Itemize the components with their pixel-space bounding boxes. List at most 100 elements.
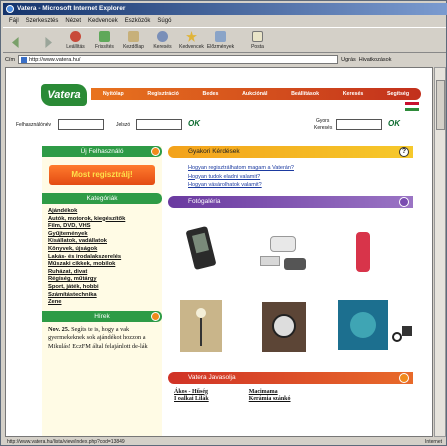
news-item: Nov. 25. Segíts te is, hogy a vak gyerme…: [42, 322, 162, 356]
site-banner: Vatera Nyitólap Regisztráció Bedes Aukci…: [41, 84, 421, 111]
history-icon: [215, 31, 226, 42]
recommend-heading: Vatera Javasolja: [168, 371, 413, 384]
status-zone: Internet: [425, 439, 442, 445]
clock-photo[interactable]: [262, 301, 306, 352]
nav-auctions[interactable]: Aukciónál: [242, 91, 267, 97]
forward-arrow-icon: [45, 37, 52, 48]
recommend-item[interactable]: Macimama Kerámia szánkó: [249, 389, 291, 403]
home-button[interactable]: Kezdőlap: [119, 28, 148, 52]
menu-tools[interactable]: Eszközök: [125, 16, 151, 26]
quick-label: Gyors: [316, 118, 330, 124]
go-button[interactable]: Ugrás: [341, 57, 356, 63]
phone-photo[interactable]: [348, 228, 378, 278]
cd-cover-photo[interactable]: [338, 299, 388, 350]
password-label: Jelszó: [116, 122, 131, 128]
faq-list: Hogyan regisztrálhatom magam a Vaterán? …: [168, 158, 413, 196]
faq-link[interactable]: Hogyan vásárolhatok valamit?: [188, 181, 409, 190]
recommend-title[interactable]: Macimama: [249, 389, 291, 396]
search-ok-button[interactable]: OK: [388, 119, 400, 128]
site-nav: Nyitólap Regisztráció Bedes Aukciónál Be…: [91, 88, 421, 100]
menu-view[interactable]: Nézet: [65, 16, 81, 26]
menu-file[interactable]: Fájl: [9, 16, 19, 26]
nav-register[interactable]: Regisztráció: [147, 91, 179, 97]
recommend-subtitle[interactable]: I oalkai Lilák: [174, 396, 209, 403]
category-link[interactable]: Műszaki cikkek, mobilok: [48, 261, 156, 269]
password-field[interactable]: [136, 119, 182, 130]
category-link[interactable]: Ajándékok: [48, 208, 156, 216]
address-bar: Cím http://www.vatera.hu/ Ugrás Hivatkoz…: [3, 54, 446, 65]
address-label: Cím: [5, 56, 16, 63]
category-link[interactable]: Sport, játék, hobbi: [48, 284, 156, 292]
username-field[interactable]: [58, 119, 104, 130]
category-link[interactable]: Autók, motorok, kiegészítők: [48, 216, 156, 224]
home-icon: [128, 31, 139, 42]
nav-help[interactable]: Segítség: [387, 91, 409, 97]
refresh-icon: [99, 31, 110, 42]
news-heading: Hírek: [42, 310, 162, 322]
recommend-title[interactable]: Ákos - Hűség: [174, 389, 209, 396]
stop-button[interactable]: Leállítás: [61, 28, 90, 52]
window-title: Vatera - Microsoft Internet Explorer: [17, 5, 126, 12]
arrow-circle-icon: [151, 311, 160, 321]
menu-favorites[interactable]: Kedvencek: [88, 16, 118, 26]
hungarian-flag-icon: [405, 102, 419, 111]
arrow-circle-icon: [151, 147, 160, 156]
category-link[interactable]: Zene: [48, 299, 156, 307]
browser-window: Vatera - Microsoft Internet Explorer Fáj…: [0, 0, 447, 446]
category-link[interactable]: Ruházat, divat: [48, 269, 156, 277]
search-icon: [157, 31, 168, 42]
categories-heading: Kategóriák: [42, 193, 162, 204]
nav-bedes[interactable]: Bedes: [203, 91, 219, 97]
news-date: Nov. 25.: [48, 325, 70, 333]
category-link[interactable]: Lakás- és irodalakszerelés: [48, 254, 156, 262]
links-button[interactable]: Hivatkozások: [359, 57, 392, 63]
recommend-item[interactable]: Ákos - Hűség I oalkai Lilák: [174, 389, 209, 403]
vertical-scrollbar[interactable]: [434, 67, 446, 437]
recommend-subtitle[interactable]: Kerámia szánkó: [249, 396, 291, 403]
category-link[interactable]: Gyűjtemények: [48, 231, 156, 239]
recommend-list: Ákos - Hűség I oalkai Lilák Macimama Ker…: [168, 384, 413, 408]
gadget-photo[interactable]: [260, 230, 308, 278]
category-link[interactable]: Kisállatok, vadállatok: [48, 238, 156, 246]
username-label: Felhasználónév: [16, 122, 52, 128]
register-now-button[interactable]: Most regisztrálj!: [49, 165, 155, 185]
address-input[interactable]: http://www.vatera.hu/: [18, 55, 339, 64]
motorcycle-photo[interactable]: [390, 318, 414, 354]
faq-link[interactable]: Hogyan regisztrálhatom magam a Vaterán?: [188, 164, 409, 173]
history-button[interactable]: Előzmények: [206, 28, 235, 52]
back-button[interactable]: [3, 28, 32, 52]
nav-settings[interactable]: Beállítások: [291, 91, 319, 97]
menu-edit[interactable]: Szerkesztés: [26, 16, 59, 26]
nav-search[interactable]: Keresés: [343, 91, 364, 97]
back-arrow-icon: [12, 37, 19, 48]
refresh-button[interactable]: Frissítés: [90, 28, 119, 52]
search-label: Keresés: [314, 125, 333, 131]
mail-button[interactable]: Posta: [243, 28, 272, 52]
main-column: Gyakori Kérdések ? Hogyan regisztrálhato…: [168, 146, 413, 408]
category-link[interactable]: Könyvek, újságok: [48, 246, 156, 254]
photo-gallery: [168, 208, 413, 368]
favorites-button[interactable]: Kedvencek: [177, 28, 206, 52]
lamp-photo[interactable]: [180, 299, 222, 352]
quick-search-field[interactable]: [336, 119, 382, 130]
scrollbar-thumb[interactable]: [436, 80, 445, 130]
faq-link[interactable]: Hogyan tudok eladni valamit?: [188, 173, 409, 182]
nav-home[interactable]: Nyitólap: [103, 91, 124, 97]
category-link[interactable]: Film, DVD, VHS: [48, 223, 156, 231]
mail-icon: [252, 31, 263, 42]
menu-help[interactable]: Súgó: [157, 16, 171, 26]
search-button[interactable]: Keresés: [148, 28, 177, 52]
separator: [235, 28, 243, 52]
category-link[interactable]: Számítástechnika: [48, 292, 156, 300]
menu-bar: Fájl Szerkesztés Nézet Kedvencek Eszközö…: [3, 16, 446, 26]
gallery-heading: Fotógaléria: [168, 195, 413, 208]
title-bar: Vatera - Microsoft Internet Explorer: [3, 3, 447, 15]
forward-button[interactable]: [32, 28, 61, 52]
question-mark-icon: ?: [399, 147, 409, 157]
login-ok-button[interactable]: OK: [188, 119, 200, 128]
vatera-logo[interactable]: Vatera: [41, 84, 87, 106]
pda-photo[interactable]: [182, 224, 220, 276]
page-icon: [21, 57, 28, 63]
camera-circle-icon: [399, 196, 409, 207]
category-link[interactable]: Régiség, műtárgy: [48, 276, 156, 284]
